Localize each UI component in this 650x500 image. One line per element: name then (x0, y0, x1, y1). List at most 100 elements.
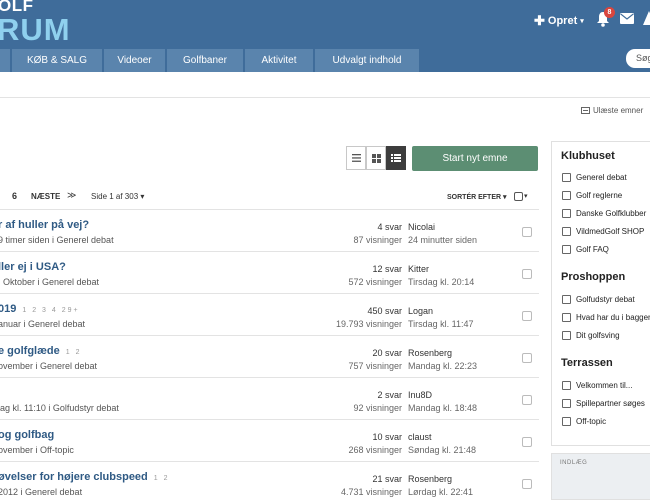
start-topic-button[interactable]: Start nyt emne (412, 146, 538, 171)
next-page-link[interactable]: NÆSTE (31, 192, 60, 201)
topic-title-link[interactable]: r af huller på vej? (0, 219, 89, 231)
filter-item[interactable]: Velkommen til... (562, 381, 632, 390)
unread-topics-link[interactable]: Ulæste emner (581, 106, 643, 115)
filter-item[interactable]: Off-topic (562, 417, 606, 426)
topic-title-link[interactable]: øvelser for højere clubspeed 1 2 (0, 471, 170, 483)
logo-text-bottom[interactable]: RUM (0, 12, 71, 48)
topic-page-links[interactable]: 1 2 3 4 29+ (22, 307, 79, 314)
filter-item[interactable]: Spillepartner søges (562, 399, 645, 408)
topic-checkbox[interactable] (522, 437, 532, 447)
view-count: 92 visninger (353, 403, 402, 413)
filter-checkbox[interactable] (562, 417, 571, 426)
topic-checkbox[interactable] (522, 227, 532, 237)
filter-item[interactable]: Golf reglerne (562, 191, 622, 200)
topic-meta: 2012 i Generel debat (0, 487, 83, 497)
filter-item[interactable]: Hvad har du i baggen (562, 313, 650, 322)
caret-down-icon: ▾ (503, 194, 507, 201)
reply-count: 2 svar (377, 390, 402, 400)
last-post-time[interactable]: Søndag kl. 21:48 (408, 445, 476, 455)
caret-down-icon[interactable]: ▾ (524, 192, 528, 200)
nav-tab-buy-sell[interactable]: KØB & SALG (12, 49, 102, 72)
last-page-link[interactable]: ≫ (67, 190, 76, 201)
topic-checkbox[interactable] (522, 353, 532, 363)
last-post-time[interactable]: Tirsdag kl. 20:14 (408, 277, 474, 287)
nav-tab-golf-courses[interactable]: Golfbaner (167, 49, 243, 72)
sort-label: SORTÉR EFTER (447, 194, 502, 201)
grid-icon (371, 153, 381, 163)
sort-dropdown[interactable]: SORTÉR EFTER ▾ (447, 193, 507, 201)
last-poster-link[interactable]: Nicolai (408, 222, 435, 232)
filter-checkbox[interactable] (562, 399, 571, 408)
topic-title: r af huller på vej? (0, 219, 90, 231)
nav-tab-partial[interactable] (0, 49, 10, 72)
last-post-time[interactable]: Mandag kl. 22:23 (408, 361, 477, 371)
last-post-time[interactable]: Tirsdag kl. 11:47 (408, 319, 474, 329)
filter-checkbox[interactable] (562, 295, 571, 304)
filter-item[interactable]: VildmedGolf SHOP (562, 227, 644, 236)
pagination-bar: 6 NÆSTE ≫ Side 1 af 303 ▾ SORTÉR EFTER ▾… (0, 185, 539, 209)
reply-count: 450 svar (367, 306, 402, 316)
view-toggle-group (346, 146, 406, 170)
nav-tab-featured[interactable]: Udvalgt indhold (315, 49, 419, 72)
last-poster-link[interactable]: Logan (408, 306, 433, 316)
filter-checkbox[interactable] (562, 245, 571, 254)
topic-page-links[interactable]: 1 2 (66, 349, 82, 356)
account-icon[interactable] (643, 11, 650, 25)
table-view-button[interactable] (346, 146, 366, 170)
filter-checkbox[interactable] (562, 313, 571, 322)
create-menu-button[interactable]: ✚ Opret ▾ (534, 13, 584, 29)
filter-checkbox[interactable] (562, 191, 571, 200)
search-input[interactable]: Søg (626, 49, 650, 68)
filter-item[interactable]: Golf FAQ (562, 245, 609, 254)
last-post-time[interactable]: Lørdag kl. 22:41 (408, 487, 473, 497)
topic-checkbox[interactable] (522, 479, 532, 489)
section-heading: Terrassen (561, 357, 613, 369)
last-poster-link[interactable]: claust (408, 432, 432, 442)
topic-meta: anuar i Generel debat (0, 319, 86, 329)
topic-page-links[interactable]: 1 2 (154, 475, 170, 482)
page-info-dropdown[interactable]: Side 1 af 303 ▾ (91, 192, 144, 201)
last-post-time[interactable]: Mandag kl. 18:48 (408, 403, 477, 413)
list-view-button[interactable] (386, 146, 406, 170)
filter-checkbox[interactable] (562, 209, 571, 218)
view-count: 757 visninger (348, 361, 402, 371)
last-poster-link[interactable]: Rosenberg (408, 474, 452, 484)
topic-title-link[interactable]: e golfglæde 1 2 (0, 345, 81, 357)
widget-label: INDLÆG (560, 460, 588, 466)
topic-title-link[interactable]: og golfbag (0, 429, 54, 441)
filter-checkbox[interactable] (562, 173, 571, 182)
grid-view-button[interactable] (366, 146, 386, 170)
last-poster-link[interactable]: Inu8D (408, 390, 432, 400)
filter-label: Golf reglerne (576, 191, 623, 200)
last-poster-link[interactable]: Rosenberg (408, 348, 452, 358)
divider (0, 97, 650, 98)
last-poster-link[interactable]: Kitter (408, 264, 429, 274)
filter-item[interactable]: Golfudstyr debat (562, 295, 635, 304)
page-number-link[interactable]: 6 (12, 191, 17, 201)
filter-item[interactable]: Dit golfsving (562, 331, 620, 340)
filter-checkbox[interactable] (562, 227, 571, 236)
topic-meta: ovember i Generel debat (0, 361, 98, 371)
filter-label: VildmedGolf SHOP (576, 227, 645, 236)
unread-label: Ulæste emner (593, 106, 644, 115)
nav-tab-activity[interactable]: Aktivitet (245, 49, 313, 72)
topic-title-link[interactable]: ller ej i USA? (0, 261, 66, 273)
filter-item[interactable]: Generel debat (562, 173, 627, 182)
select-all-checkbox[interactable] (514, 192, 523, 201)
topic-checkbox[interactable] (522, 395, 532, 405)
nav-tab-videos[interactable]: Videoer (104, 49, 165, 72)
reply-count: 12 svar (372, 264, 402, 274)
filter-checkbox[interactable] (562, 331, 571, 340)
mail-icon[interactable] (620, 13, 634, 24)
filter-label: Golf FAQ (576, 245, 609, 254)
topic-checkbox[interactable] (522, 269, 532, 279)
view-count: 268 visninger (348, 445, 402, 455)
detailed-list-icon (391, 154, 401, 162)
filter-checkbox[interactable] (562, 381, 571, 390)
topic-title-link[interactable]: 019 1 2 3 4 29+ (0, 303, 80, 315)
section-heading: Klubhuset (561, 150, 615, 162)
topic-checkbox[interactable] (522, 311, 532, 321)
last-post-time[interactable]: 24 minutter siden (408, 235, 477, 245)
main-navigation: KØB & SALG Videoer Golfbaner Aktivitet U… (0, 49, 419, 72)
filter-item[interactable]: Danske Golfklubber (562, 209, 646, 218)
